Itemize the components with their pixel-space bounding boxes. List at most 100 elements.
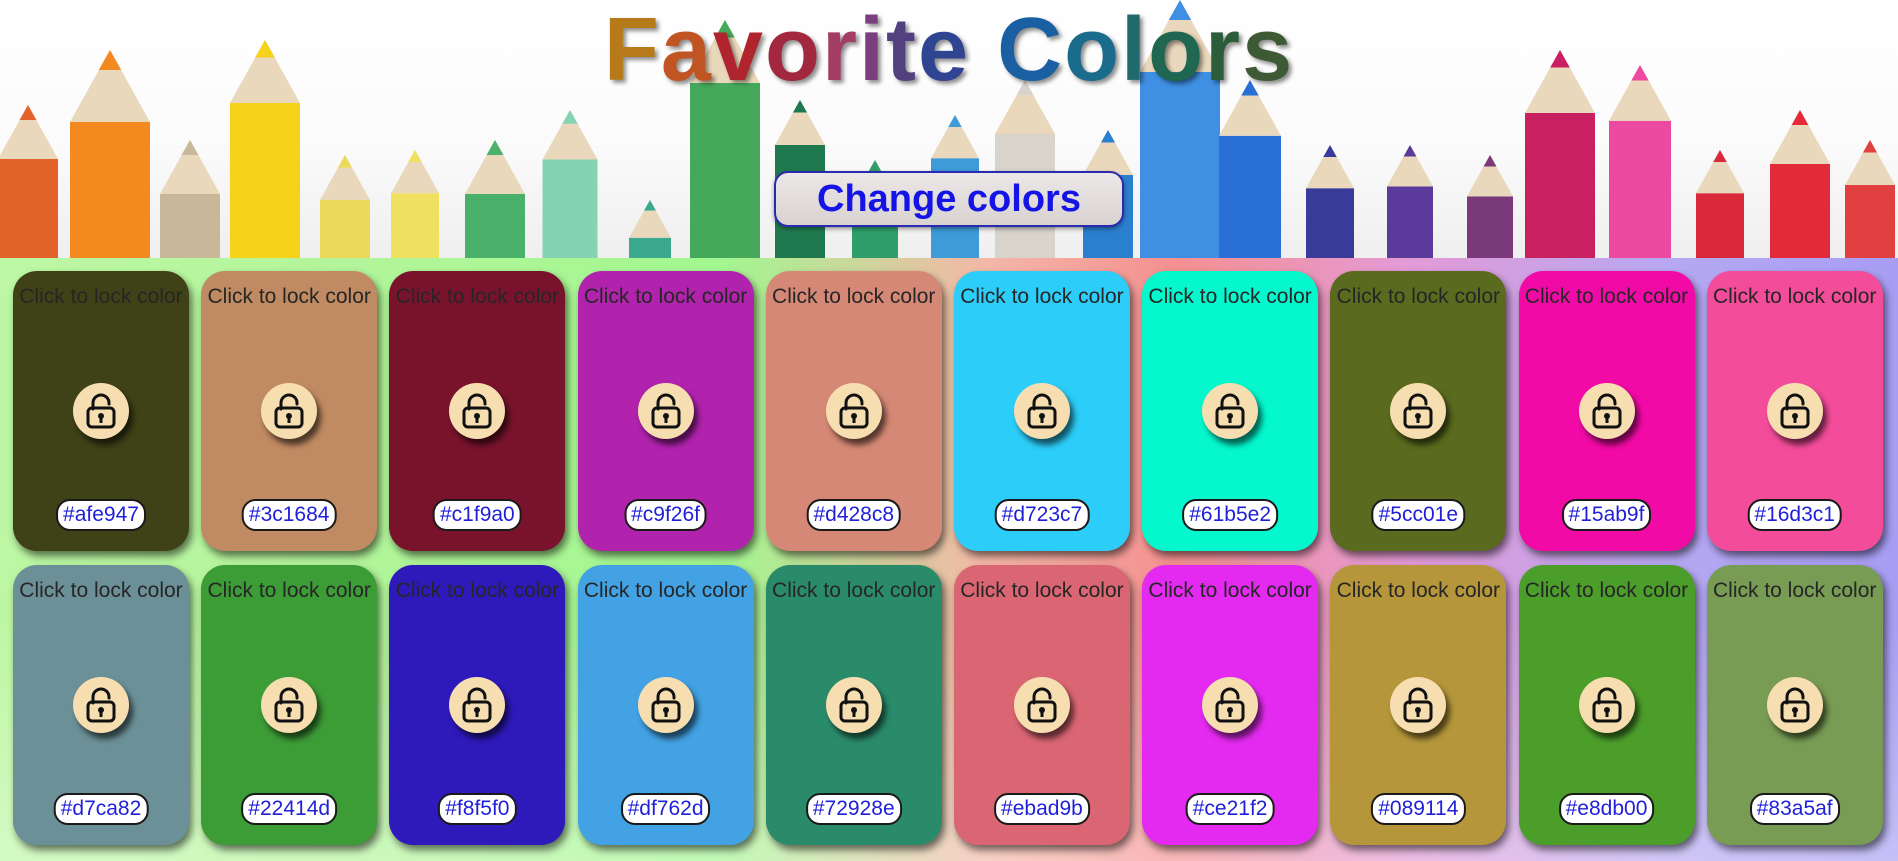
color-card[interactable]: Click to lock color #d723c7 [953,271,1130,551]
color-card[interactable]: Click to lock color #089114 [1330,565,1507,845]
color-card[interactable]: Click to lock color #c1f9a0 [389,271,566,551]
color-card[interactable]: Click to lock color #e8db00 [1518,565,1695,845]
pencil [1467,155,1513,258]
color-card[interactable]: Click to lock color #d428c8 [765,271,942,551]
color-card[interactable]: Click to lock color #61b5e2 [1142,271,1319,551]
pencil [1696,150,1744,258]
title-letter: o [1064,0,1122,100]
hex-code-label: #3c1684 [241,499,337,531]
title-letter: s [1242,0,1295,100]
title-letter: C [997,0,1065,100]
color-card[interactable]: Click to lock color #ce21f2 [1142,565,1319,845]
color-card[interactable]: Click to lock color #22414d [201,565,378,845]
lock-hint: Click to lock color [1712,579,1877,602]
color-card[interactable]: Click to lock color #16d3c1 [1706,271,1883,551]
unlock-icon[interactable] [261,677,318,733]
lock-hint: Click to lock color [207,579,371,602]
unlock-icon[interactable] [1013,383,1070,439]
title-letter: a [660,0,713,100]
title-letter: v [712,0,765,100]
hex-code-label: #61b5e2 [1182,499,1279,531]
unlock-icon[interactable] [1202,383,1259,439]
hex-code-label: #5cc01e [1371,499,1466,531]
title-letter [970,0,997,100]
title-letter: r [1205,0,1243,100]
pencil [1306,145,1354,258]
pencil [995,80,1055,258]
unlock-icon[interactable] [1766,677,1823,733]
pencil [1770,110,1830,258]
lock-hint: Click to lock color [395,285,560,308]
lock-hint: Click to lock color [583,579,748,602]
lock-hint: Click to lock color [1524,285,1689,308]
color-card[interactable]: Click to lock color #d7ca82 [13,565,189,845]
unlock-icon[interactable] [1766,383,1823,439]
color-card[interactable]: Click to lock color #15ab9f [1518,271,1695,551]
pencil [160,140,220,258]
color-card[interactable]: Click to lock color #83a5af [1706,565,1883,845]
title-letter: r [821,0,859,100]
hex-code-label: #c1f9a0 [433,499,522,531]
hex-code-label: #d723c7 [994,499,1090,531]
unlock-icon[interactable] [449,677,506,733]
title-letter: t [886,0,918,100]
hex-code-label: #16d3c1 [1747,499,1842,531]
pencil [1845,140,1895,258]
lock-hint: Click to lock color [1524,579,1689,602]
unlock-icon[interactable] [1578,677,1635,733]
lock-hint: Click to lock color [1336,579,1500,602]
title-letter: i [858,0,886,100]
color-card[interactable]: Click to lock color #ebad9b [953,565,1130,845]
title-letter: l [1121,0,1149,100]
hex-code-label: #e8db00 [1558,793,1655,825]
hex-code-label: #83a5af [1749,793,1840,825]
hex-code-label: #d7ca82 [53,793,149,825]
lock-hint: Click to lock color [395,579,560,602]
hex-code-label: #ce21f2 [1185,793,1275,825]
color-card[interactable]: Click to lock color #5cc01e [1330,271,1507,551]
unlock-icon[interactable] [825,383,882,439]
unlock-icon[interactable] [1202,677,1259,733]
unlock-icon[interactable] [825,677,882,733]
unlock-icon[interactable] [637,383,694,439]
unlock-icon[interactable] [73,677,129,733]
pencil [629,200,671,258]
pencil [0,105,58,258]
hex-code-label: #089114 [1371,793,1466,825]
lock-hint: Click to lock color [772,579,936,602]
hex-code-label: #afe947 [56,499,146,531]
lock-hint: Click to lock color [207,285,371,308]
color-card[interactable]: Click to lock color #f8f5f0 [389,565,566,845]
lock-hint: Click to lock color [19,285,183,308]
title-letter: F [603,0,661,100]
color-card[interactable]: Click to lock color #df762d [577,565,754,845]
unlock-icon[interactable] [637,677,694,733]
lock-hint: Click to lock color [1148,285,1312,308]
hex-code-label: #f8f5f0 [438,793,517,825]
lock-hint: Click to lock color [960,579,1124,602]
color-card[interactable]: Click to lock color #afe947 [13,271,189,551]
pencil [542,110,598,258]
color-card[interactable]: Click to lock color #3c1684 [201,271,378,551]
pencil [320,155,370,258]
unlock-icon[interactable] [1013,677,1070,733]
hex-code-label: #d428c8 [806,499,902,531]
unlock-icon[interactable] [1578,383,1635,439]
unlock-icon[interactable] [1390,677,1447,733]
hex-code-label: #ebad9b [994,793,1090,825]
hex-code-label: #c9f26f [624,499,708,531]
pencil [1219,80,1281,258]
color-card[interactable]: Click to lock color #c9f26f [577,271,754,551]
unlock-icon[interactable] [261,383,318,439]
color-card-grid: Click to lock color #afe947 Click to lock … [13,271,1883,845]
pencil [391,150,439,258]
color-card[interactable]: Click to lock color #72928e [765,565,942,845]
change-colors-button[interactable]: Change colors [774,171,1124,227]
hex-code-label: #15ab9f [1561,499,1652,531]
lock-hint: Click to lock color [19,579,183,602]
unlock-icon[interactable] [1390,383,1447,439]
title-letter: e [917,0,971,100]
unlock-icon[interactable] [73,383,129,439]
unlock-icon[interactable] [449,383,506,439]
lock-hint: Click to lock color [960,285,1124,308]
